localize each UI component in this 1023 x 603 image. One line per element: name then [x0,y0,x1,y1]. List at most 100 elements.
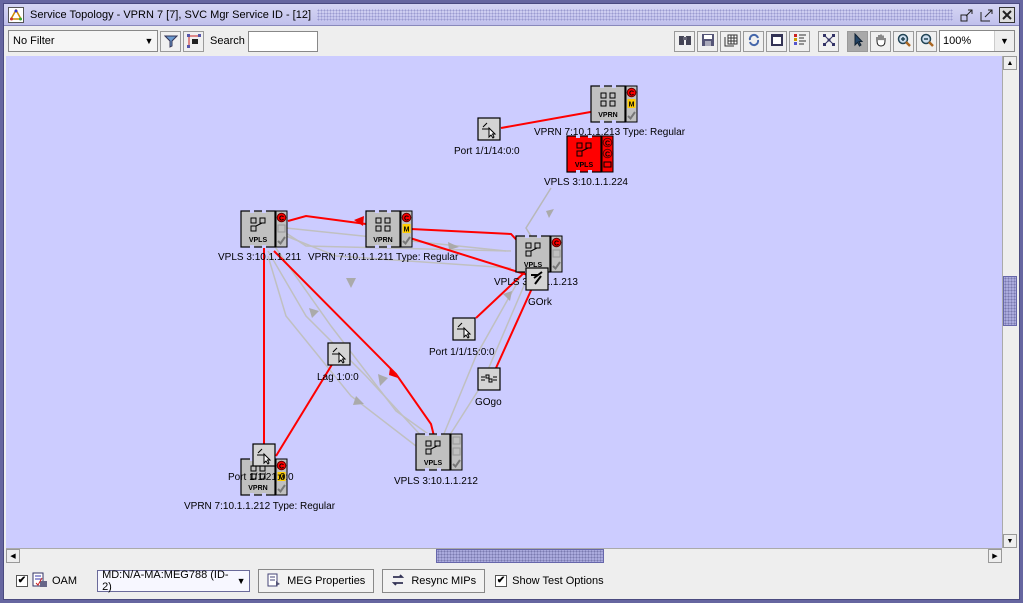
node-notch [387,210,391,213]
meg-properties-label: MEG Properties [287,575,366,587]
oam-checkbox[interactable]: ✔ [16,575,28,587]
filter-select[interactable]: No Filter ▼ [8,30,158,52]
node-notch [588,170,592,173]
select-tool-button[interactable] [847,30,868,52]
pointer-icon [851,32,865,50]
restore-icon[interactable] [959,7,975,23]
topology-node-vprn[interactable]: VPRNCMVPRN 7:10.1.1.213 Type: Regular [534,85,686,138]
vertical-scrollbar[interactable]: ▲ ▼ [1002,56,1017,548]
node-notch [262,210,266,213]
node-label: Port 1/1/21:0:0 [228,472,294,483]
topology-node-port[interactable]: Port 1/1/15:0:0 [429,317,495,358]
node-body [525,267,549,291]
node-label: GOgo [475,397,502,408]
filter-button[interactable] [160,30,181,52]
filter-value: No Filter [13,35,55,47]
node-notch [250,493,254,496]
meg-select-value: MD:N/A-MA:MEG788 (ID-2) [102,569,229,593]
search-label: Search [210,35,245,47]
close-icon[interactable] [999,6,1015,23]
save-button[interactable] [697,30,718,52]
node-label: VPLS 3:10.1.1.212 [394,476,478,487]
topology-node-vpls[interactable]: VPLS CC VPLS 3:10.1.1.224 [544,135,628,188]
pan-tool-button[interactable] [870,30,891,52]
node-label: Lag 1:0:0 [317,372,359,383]
link-red[interactable] [410,228,525,249]
layout-button[interactable] [818,30,839,52]
resync-icon [391,573,405,590]
bottom-bar: ✔ OAM MD:N/A-MA:MEG788 (ID-2) ▼ MEG Prop… [4,566,1019,596]
zoom-level-select[interactable]: 100% ▼ [939,30,1015,52]
link-red[interactable] [500,110,597,129]
badge-letter: C [404,216,409,223]
filter-icon [163,35,178,48]
badge-letter: C [605,152,610,159]
scroll-corner [1002,548,1017,563]
badge-letter: M [404,227,410,234]
toolbar: No Filter ▼ Search 100% ▼ [4,26,1019,56]
link-gray[interactable] [440,275,522,442]
node-notch [437,468,441,471]
meg-select[interactable]: MD:N/A-MA:MEG788 (ID-2) ▼ [97,569,251,593]
minimize-icon[interactable] [979,7,995,23]
oam-icon [32,572,48,591]
scroll-left-button[interactable]: ◀ [6,549,20,563]
zoom-in-button[interactable] [893,30,914,52]
zoom-level-value: 100% [943,35,972,47]
topology-node-group2[interactable]: GOgo [475,367,502,408]
node-label: VPRN 7:10.1.1.211 Type: Regular [308,252,459,263]
link-gray[interactable] [445,280,527,442]
topology-node-vpls[interactable]: VPLS VPLS 3:10.1.1.212 [394,433,478,487]
window-button[interactable] [766,30,787,52]
meg-properties-button[interactable]: MEG Properties [258,569,375,593]
refresh-button[interactable] [743,30,764,52]
node-label: GOrk [528,297,553,308]
window-icon [770,33,784,50]
arrow-gray [546,209,554,218]
table-icon [724,33,738,50]
binoculars-icon [678,33,692,50]
node-type-label: VPRN [598,112,617,119]
topology-canvas[interactable]: VPRN C M VPRN 7:10.1.1.213 Type: Regular Por… [6,56,1002,548]
node-label: Port 1/1/15:0:0 [429,347,495,358]
find-path-button[interactable] [183,30,204,52]
binoculars-path-icon [186,34,201,48]
node-label: VPLS 3:10.1.1.211 [218,252,302,263]
scroll-up-button[interactable]: ▲ [1003,56,1017,70]
node-label: VPRN 7:10.1.1.212 Type: Regular [184,501,336,512]
oam-label: OAM [52,575,78,587]
chevron-down-icon: ▼ [144,36,154,46]
node-notch [576,170,580,173]
hand-icon [874,33,888,50]
vertical-scroll-thumb[interactable] [1003,276,1017,326]
topology-node-group[interactable]: GOrk [525,267,553,308]
horizontal-scrollbar[interactable]: ◀ ▶ [6,548,1002,563]
node-notch [612,120,616,123]
zoom-out-icon [920,33,934,50]
badge-letter: M [629,102,635,109]
scroll-down-button[interactable]: ▼ [1003,534,1017,548]
list-button[interactable] [789,30,810,52]
show-test-options-checkbox[interactable]: ✔ [495,575,508,587]
properties-icon [267,573,281,590]
link-gray[interactable] [270,240,432,437]
resync-mips-button[interactable]: Resync MIPs [382,569,486,593]
chevron-down-icon: ▼ [236,576,246,586]
arrow-gray [378,374,388,386]
topology-node-vprn[interactable]: VPRN CM VPRN 7:10.1.1.211 Type: Regular [308,210,459,263]
find-button[interactable] [674,30,695,52]
node-label: Port 1/1/14:0:0 [454,146,520,157]
node-notch [425,468,429,471]
title-drag-area[interactable] [317,8,953,21]
window-title: Service Topology - VPRN 7 [7], SVC Mgr S… [30,8,312,21]
table-button[interactable] [720,30,741,52]
search-input[interactable] [247,30,318,52]
topology-node-port[interactable]: Port 1/1/14:0:0 [454,117,520,157]
zoom-out-button[interactable] [916,30,937,52]
node-notch [250,210,254,213]
node-notch [250,245,254,248]
badge-letter: C [629,91,634,98]
horizontal-scroll-thumb[interactable] [436,549,604,563]
link-gray[interactable] [525,187,552,242]
scroll-right-button[interactable]: ▶ [988,549,1002,563]
